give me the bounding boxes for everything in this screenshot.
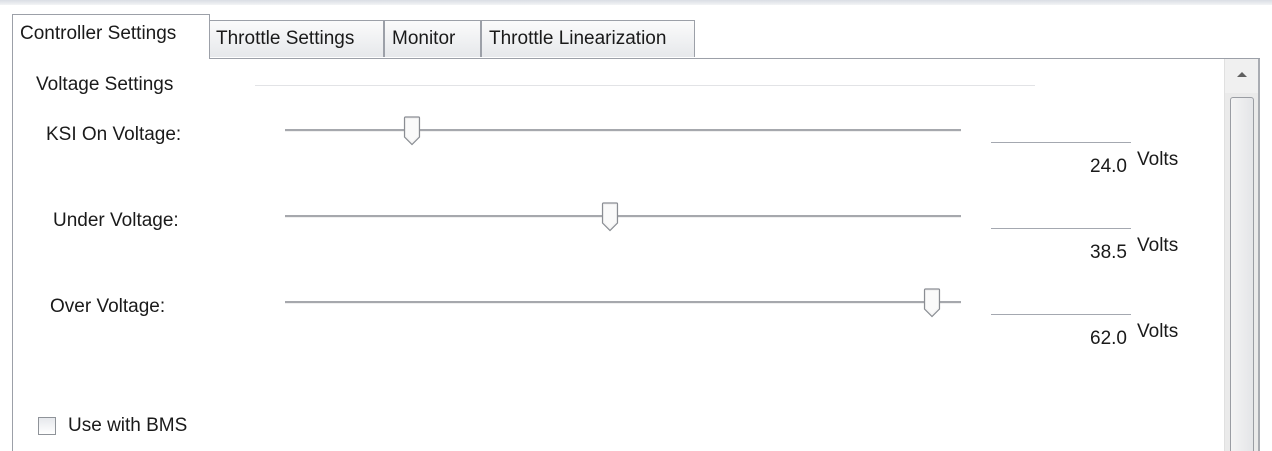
group-divider [255,85,1035,86]
over-voltage-value: 62.0 [1090,328,1127,349]
over-voltage-unit: Volts [1137,321,1179,342]
use-with-bms-checkbox[interactable] [38,417,56,435]
over-voltage-slider-thumb[interactable] [923,288,941,318]
panel-right-border [1258,59,1260,451]
tab-throttle-settings[interactable]: Throttle Settings [208,20,384,57]
over-voltage-slider-track[interactable] [285,301,961,304]
tab-monitor[interactable]: Monitor [384,20,481,57]
active-tab-connector [13,57,209,60]
under-voltage-value: 38.5 [1090,242,1127,263]
vertical-scrollbar[interactable] [1224,59,1260,451]
over-voltage-value-field[interactable]: 62.0 [991,314,1131,352]
tab-controller-settings[interactable]: Controller Settings [12,14,210,59]
chevron-up-icon [1237,72,1247,77]
use-with-bms-label: Use with BMS [68,415,188,436]
under-voltage-value-field[interactable]: 38.5 [991,228,1131,266]
scrollbar-thumb[interactable] [1230,97,1254,451]
scroll-up-button[interactable] [1225,59,1260,93]
ksi-on-voltage-unit: Volts [1137,149,1179,170]
ksi-on-voltage-slider-thumb[interactable] [403,116,421,146]
voltage-settings-group-title: Voltage Settings [33,74,177,96]
ksi-on-voltage-slider-track[interactable] [285,129,961,132]
ksi-on-voltage-label: KSI On Voltage: [46,124,182,145]
under-voltage-unit: Volts [1137,235,1179,256]
ksi-on-voltage-value: 24.0 [1090,156,1127,177]
under-voltage-label: Under Voltage: [53,210,179,231]
ksi-on-voltage-value-field[interactable]: 24.0 [991,142,1131,180]
tab-throttle-linearization[interactable]: Throttle Linearization [481,20,695,57]
over-voltage-label: Over Voltage: [50,296,166,317]
window-top-border [0,0,1272,5]
controller-settings-window: Controller Settings Throttle Settings Mo… [0,0,1272,451]
under-voltage-slider-thumb[interactable] [601,202,619,232]
under-voltage-slider-track[interactable] [285,215,961,218]
